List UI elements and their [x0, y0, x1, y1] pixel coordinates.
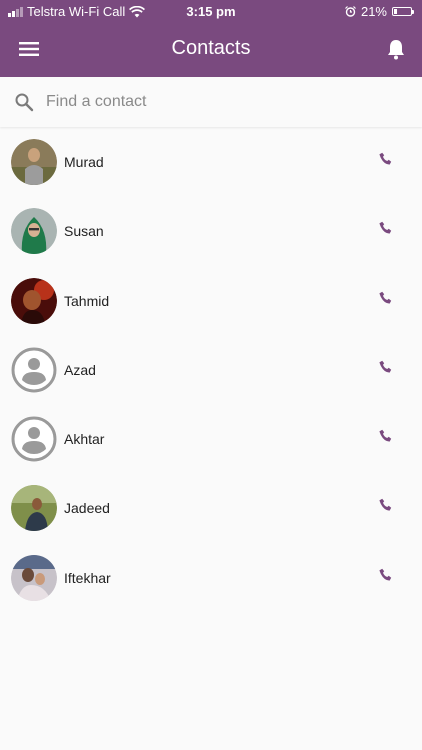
phone-icon[interactable]	[378, 221, 392, 235]
contact-name: Azad	[64, 361, 96, 378]
search-icon	[15, 93, 34, 112]
app-header: Telstra Wi-Fi Call 3:15 pm 21% Contacts	[0, 0, 422, 77]
contact-row-azad[interactable]: Azad	[0, 336, 422, 405]
page-title: Contacts	[171, 37, 251, 59]
avatar	[11, 139, 57, 185]
bell-icon[interactable]	[386, 38, 406, 60]
battery-percent: 21%	[360, 4, 387, 19]
contact-row-akhtar[interactable]: Akhtar	[0, 405, 422, 474]
battery-icon	[392, 7, 414, 16]
contact-row-jadeed[interactable]: Jadeed	[0, 474, 422, 543]
status-bar: Telstra Wi-Fi Call 3:15 pm 21%	[0, 0, 422, 22]
contact-list: Murad Susan Tahmid Azad Akhtar Jadeed If…	[0, 128, 422, 613]
search-bar	[0, 77, 422, 127]
contact-row-iftekhar[interactable]: Iftekhar	[0, 544, 422, 613]
avatar	[11, 208, 57, 255]
default-person-icon	[11, 346, 57, 393]
avatar	[11, 485, 57, 532]
contact-name: Jadeed	[64, 500, 110, 517]
contact-row-susan[interactable]: Susan	[0, 197, 422, 266]
phone-icon[interactable]	[378, 429, 392, 443]
contact-name: Murad	[64, 154, 104, 170]
contact-row-tahmid[interactable]: Tahmid	[0, 267, 422, 336]
phone-icon[interactable]	[378, 498, 392, 512]
contact-name: Tahmid	[64, 292, 110, 309]
alarm-icon	[345, 6, 356, 17]
avatar	[11, 554, 57, 601]
default-person-icon	[11, 416, 57, 463]
status-right: 21%	[345, 4, 414, 19]
contact-name: Susan	[64, 223, 104, 240]
phone-icon[interactable]	[378, 291, 392, 305]
search-input[interactable]	[46, 89, 386, 115]
battery-level	[394, 9, 397, 14]
contact-name: Akhtar	[64, 431, 105, 448]
contact-name: Iftekhar	[64, 569, 111, 586]
phone-icon[interactable]	[378, 152, 392, 166]
phone-icon[interactable]	[378, 568, 392, 582]
phone-icon[interactable]	[378, 360, 392, 374]
avatar	[11, 277, 57, 324]
contact-row-murad[interactable]: Murad	[0, 128, 422, 197]
